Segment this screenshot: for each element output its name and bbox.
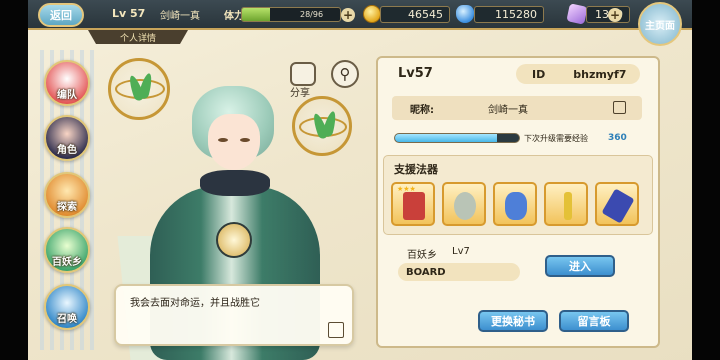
village-name: 百妖乡	[407, 250, 437, 261]
screen-bezel-left	[0, 0, 28, 360]
character-eye	[240, 138, 250, 142]
change-secretary-button[interactable]: 更换秘书	[478, 310, 548, 332]
crystal-icon	[566, 3, 588, 25]
profile-level: Lv57	[398, 66, 433, 81]
character-dialog: 我会去面对命运，并且战胜它	[114, 284, 354, 346]
sidebar-item-label: 百妖乡	[52, 257, 82, 268]
id-value: bhzmyf7	[573, 67, 627, 81]
id-label: ID	[532, 67, 546, 81]
staff-icon	[564, 192, 572, 220]
artifact-slot[interactable]: ★★★	[391, 182, 435, 226]
sidebar-item-label: 编队	[57, 90, 77, 101]
blade-icon	[601, 188, 635, 224]
experience-value: 360	[608, 133, 627, 143]
stamina-value: 28/96	[300, 10, 324, 19]
artifact-slot[interactable]	[595, 182, 639, 226]
player-level: Lv 57	[112, 7, 146, 20]
scroll-icon	[403, 192, 425, 220]
page-title-ribbon: 个人详情	[88, 30, 188, 44]
gem-icon	[456, 5, 474, 23]
experience-fill	[395, 134, 497, 142]
sidebar-item-summon[interactable]: 召唤	[44, 284, 90, 330]
back-button[interactable]: 返回	[38, 3, 84, 27]
magnifier-icon[interactable]: ⚲	[331, 60, 359, 88]
gold-amount: 46545	[380, 6, 450, 23]
edit-icon[interactable]	[328, 322, 344, 338]
monster-icon	[505, 192, 527, 220]
experience-text: 下次升级需要经验	[524, 134, 588, 143]
artifact-slot[interactable]	[493, 182, 537, 226]
sidebar-item-label: 角色	[57, 145, 77, 156]
village-board: BOARD	[398, 263, 520, 281]
stamina-fill	[242, 8, 271, 21]
add-crystal-button[interactable]: +	[608, 8, 622, 22]
sidebar-item-characters[interactable]: 角色	[44, 115, 90, 161]
character-face	[208, 114, 260, 170]
add-stamina-button[interactable]: +	[341, 8, 355, 22]
character-eye	[218, 138, 228, 142]
nickname-field: 昵称: 剑崎一真	[392, 96, 642, 120]
sidebar-item-label: 探索	[57, 202, 77, 213]
share-button[interactable]	[290, 62, 316, 86]
message-board-button[interactable]: 留言板	[559, 310, 629, 332]
ring-icon	[454, 192, 476, 220]
gold-coin-icon	[363, 5, 381, 23]
player-name: 剑崎一真	[160, 11, 200, 22]
dialog-text: 我会去面对命运，并且战胜它	[130, 298, 260, 309]
nickname-value: 剑崎一真	[488, 104, 528, 116]
player-id: ID bhzmyf7	[516, 64, 640, 84]
experience-bar	[394, 133, 520, 143]
stamina-bar	[241, 7, 341, 22]
profile-screen: 返回 Lv 57 剑崎一真 体力 28/96 + 46545 115280 13…	[0, 0, 720, 360]
sidebar-item-explore[interactable]: 探索	[44, 172, 90, 218]
screen-bezel-right	[692, 0, 720, 360]
village-level: Lv7	[452, 246, 470, 257]
nickname-label: 昵称:	[410, 104, 434, 116]
home-button[interactable]: 主页面	[638, 2, 682, 46]
artifact-slot[interactable]	[544, 182, 588, 226]
moon-emblem-icon	[216, 222, 252, 258]
sidebar-item-label: 召唤	[57, 314, 77, 325]
sidebar-item-formation[interactable]: 编队	[44, 60, 90, 106]
character-collar	[200, 170, 270, 196]
support-artifacts-title: 支援法器	[394, 163, 438, 176]
enter-village-button[interactable]: 进入	[545, 255, 615, 277]
artifact-slot[interactable]	[442, 182, 486, 226]
gem-amount: 115280	[474, 6, 544, 23]
share-label: 分享	[290, 88, 310, 99]
edit-nickname-icon[interactable]	[613, 101, 626, 114]
sidebar-item-village[interactable]: 百妖乡	[44, 227, 90, 273]
